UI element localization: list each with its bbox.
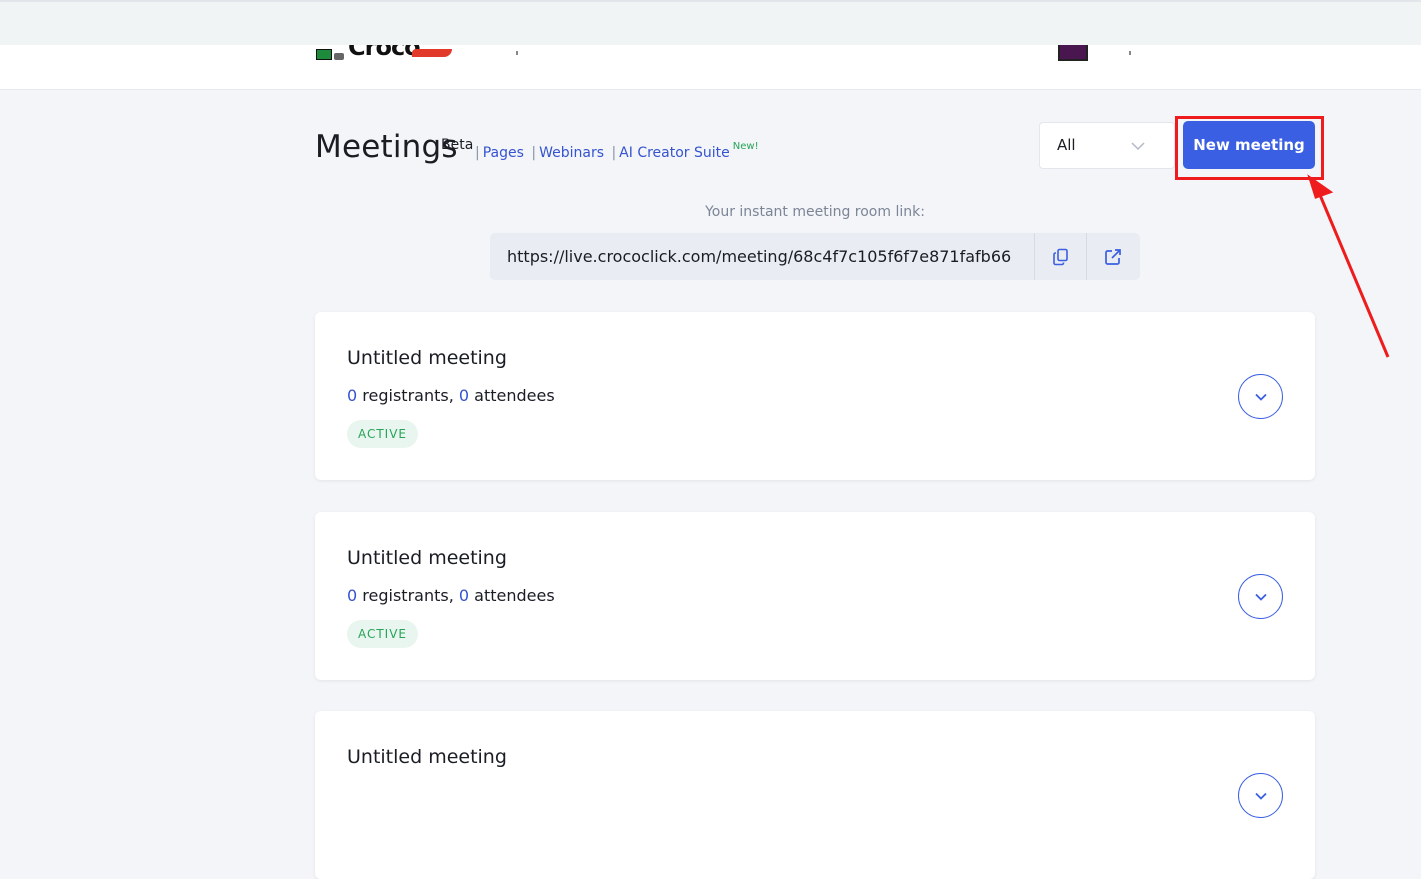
ai-creator-suite-link[interactable]: AI Creator Suite xyxy=(619,145,730,161)
instant-link-box: https://live.crococlick.com/meeting/68c4… xyxy=(490,233,1140,280)
meeting-card: Untitled meeting 0 registrants, 0 attend… xyxy=(315,512,1315,680)
chevron-down-icon xyxy=(1254,593,1267,601)
registrants-count[interactable]: 0 xyxy=(347,586,357,605)
meeting-title[interactable]: Untitled meeting xyxy=(347,347,507,369)
beta-label: Beta xyxy=(441,137,474,153)
new-meeting-button[interactable]: New meeting xyxy=(1183,121,1315,169)
expand-meeting-button[interactable] xyxy=(1238,574,1283,619)
status-badge: ACTIVE xyxy=(347,420,418,448)
chevron-down-icon xyxy=(1254,393,1267,401)
chevron-down-icon xyxy=(1131,142,1145,151)
status-badge: ACTIVE xyxy=(347,620,418,648)
instant-link-caption: Your instant meeting room link: xyxy=(705,204,925,220)
expand-meeting-button[interactable] xyxy=(1238,374,1283,419)
new-badge: New! xyxy=(732,141,759,152)
copy-icon xyxy=(1053,248,1068,265)
avatar[interactable] xyxy=(1058,45,1088,61)
page-title: Meetings xyxy=(315,129,458,165)
crococlick-logo[interactable]: Croco xyxy=(316,45,456,60)
browser-toolbar-strip xyxy=(0,0,1421,45)
registrants-count[interactable]: 0 xyxy=(347,386,357,405)
open-link-button[interactable] xyxy=(1086,233,1139,280)
expand-meeting-button[interactable] xyxy=(1238,773,1283,818)
meeting-stats: 0 registrants, 0 attendees xyxy=(347,586,555,605)
filter-selected-value: All xyxy=(1057,136,1076,154)
attendees-count[interactable]: 0 xyxy=(459,586,469,605)
logo-mascot-icon xyxy=(334,53,344,60)
top-navigation-bar: Croco xyxy=(0,45,1421,90)
logo-swoosh-icon xyxy=(412,49,452,57)
pages-link[interactable]: Pages xyxy=(483,145,524,161)
header-links: | Pages | Webinars | AI Creator Suite New! xyxy=(475,141,759,161)
attendees-count[interactable]: 0 xyxy=(459,386,469,405)
logo-mark-icon xyxy=(316,49,332,60)
meeting-title[interactable]: Untitled meeting xyxy=(347,547,507,569)
meeting-stats: 0 registrants, 0 attendees xyxy=(347,386,555,405)
chevron-down-icon xyxy=(1254,792,1267,800)
meeting-card: Untitled meeting 0 registrants, 0 attend… xyxy=(315,312,1315,480)
account-menu-fragment[interactable] xyxy=(1129,51,1131,55)
nav-item-fragment[interactable] xyxy=(516,51,518,55)
meeting-card: Untitled meeting xyxy=(315,711,1315,879)
copy-link-button[interactable] xyxy=(1034,233,1087,280)
meeting-filter-select[interactable]: All xyxy=(1039,122,1175,169)
external-link-icon xyxy=(1105,248,1121,265)
webinars-link[interactable]: Webinars xyxy=(539,145,604,161)
logo-text: Croco xyxy=(348,45,421,60)
meeting-title[interactable]: Untitled meeting xyxy=(347,746,507,768)
instant-meeting-url[interactable]: https://live.crococlick.com/meeting/68c4… xyxy=(507,247,1011,266)
